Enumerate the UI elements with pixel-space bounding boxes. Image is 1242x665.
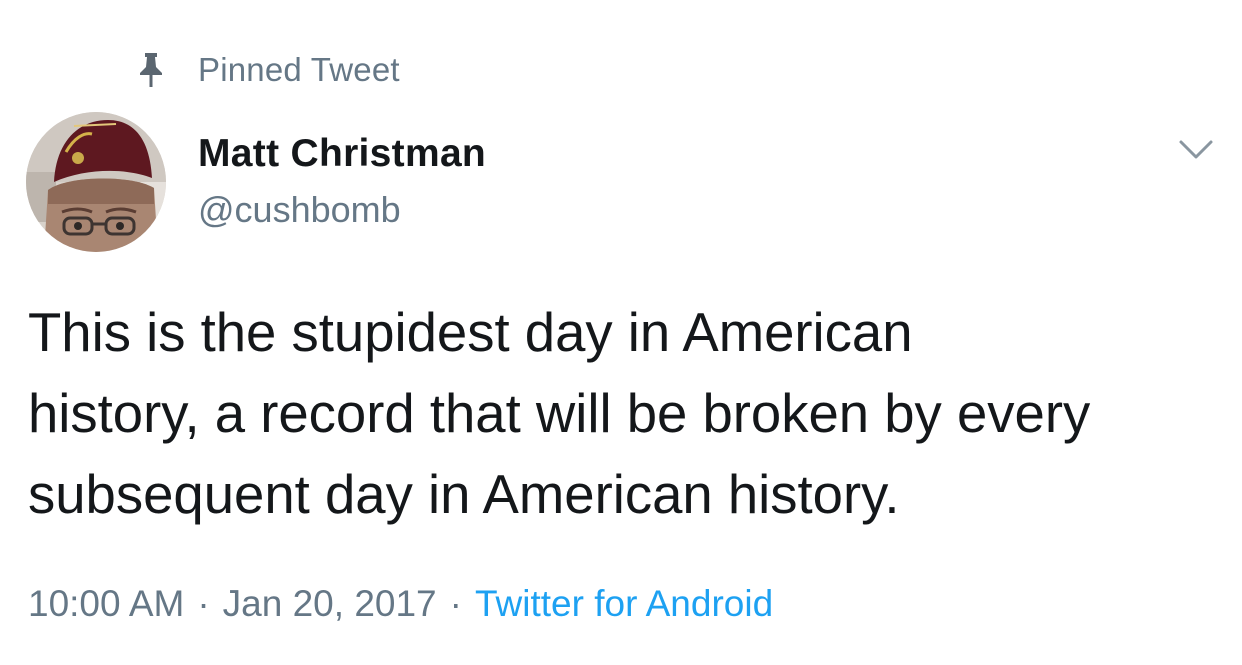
meta-separator: · xyxy=(197,583,210,624)
avatar[interactable] xyxy=(26,112,166,252)
tweet-source-link[interactable]: Twitter for Android xyxy=(475,583,773,624)
tweet-metadata: 10:00 AM · Jan 20, 2017 · Twitter for Androi… xyxy=(28,578,773,630)
tweet-text-line: This is the stupidest day in American xyxy=(28,302,913,363)
tweet-text-line: history, a record that will be broken by… xyxy=(28,383,1091,444)
user-handle[interactable]: @cushbomb xyxy=(198,184,486,236)
tweet-text-line: subsequent day in American history. xyxy=(28,464,900,525)
display-name[interactable]: Matt Christman xyxy=(198,128,486,180)
pinned-tweet-indicator: Pinned Tweet xyxy=(136,48,400,92)
tweet-author[interactable]: Matt Christman @cushbomb xyxy=(198,128,486,236)
tweet-time[interactable]: 10:00 AM xyxy=(28,583,184,624)
tweet-menu-button[interactable] xyxy=(1176,134,1216,164)
tweet-date[interactable]: Jan 20, 2017 xyxy=(223,583,437,624)
tweet-text: This is the stupidest day in American hi… xyxy=(28,292,1228,535)
chevron-down-icon xyxy=(1176,140,1216,168)
meta-separator: · xyxy=(449,583,462,624)
pin-icon xyxy=(136,52,166,88)
pinned-tweet-label: Pinned Tweet xyxy=(198,51,400,88)
